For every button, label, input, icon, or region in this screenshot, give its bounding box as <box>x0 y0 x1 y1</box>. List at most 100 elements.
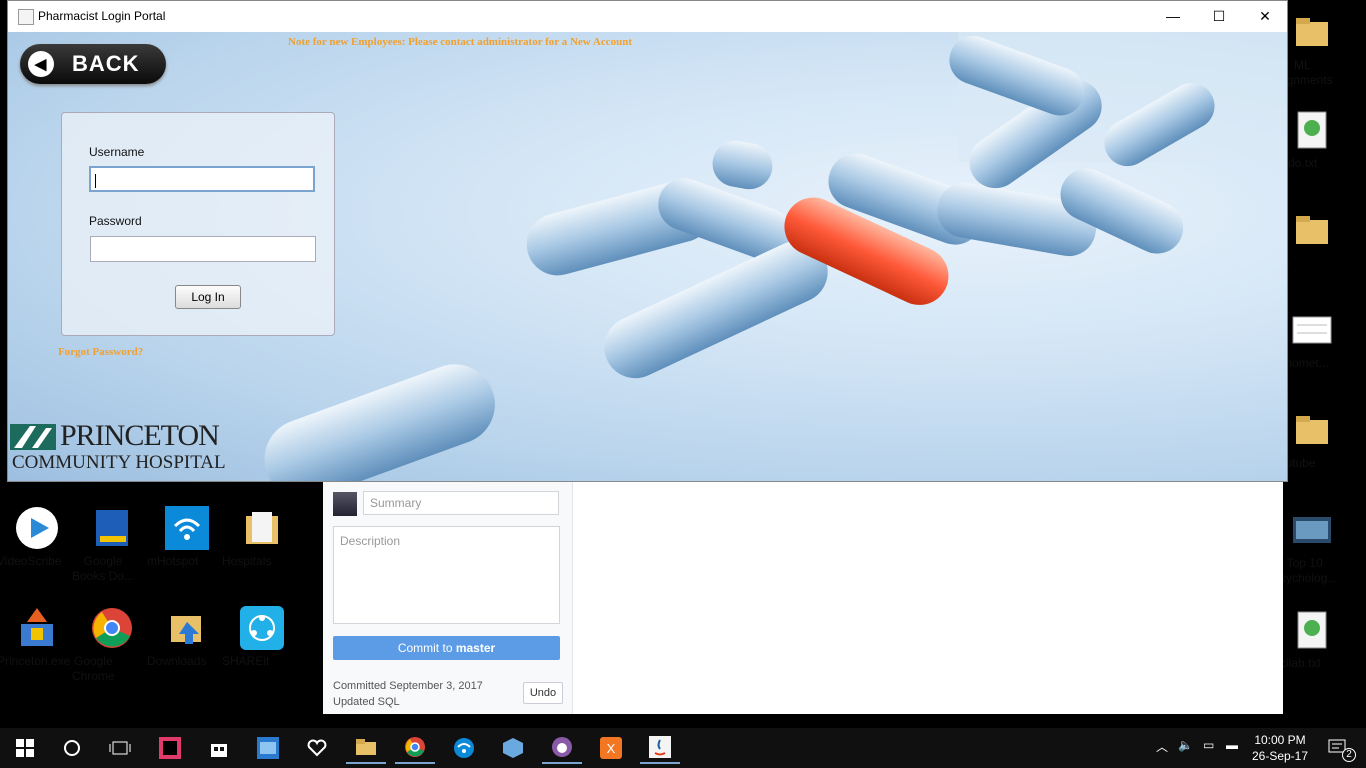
desktop-icon-google-chrome[interactable]: Google Chrome <box>72 606 152 683</box>
start-button[interactable] <box>5 732 45 764</box>
wifi-icon <box>165 506 209 550</box>
video-editor-icon <box>257 737 279 759</box>
show-hidden-icons-button[interactable]: ︿ <box>1156 738 1168 755</box>
desktop-icon-label: Google Chrome <box>72 654 115 683</box>
taskbar-github[interactable] <box>542 732 582 764</box>
username-label: Username <box>89 145 145 159</box>
windows-icon <box>16 739 34 757</box>
desktop-icon-videoscribe[interactable]: VideoScribe <box>0 506 77 568</box>
desktop-icon-downloads[interactable]: Downloads <box>147 606 227 668</box>
title-bar: Pharmacist Login Portal — ☐ ✕ <box>8 1 1287 32</box>
taskbar-store[interactable] <box>199 732 239 764</box>
desktop-icon-label: Princeton.exe <box>0 654 71 668</box>
videoscribe-icon <box>15 506 59 550</box>
hotspot-icon <box>454 738 474 758</box>
last-commit-info: Committed September 3, 2017 Updated SQL <box>333 678 483 710</box>
desktop-icon-top10[interactable]: Top 10 Psycholog... <box>1272 508 1352 585</box>
github-icon <box>552 737 572 757</box>
file-explorer-icon <box>356 739 376 755</box>
commit-panel: Summary Description Commit to master Com… <box>323 480 573 714</box>
window-title: Pharmacist Login Portal <box>38 9 166 23</box>
shareit-icon <box>240 606 284 650</box>
desktop-icon-hospitals[interactable]: Hospitals <box>222 506 302 568</box>
clock-time: 10:00 PM <box>1254 733 1306 747</box>
chrome-icon <box>90 606 134 650</box>
taskbar-video-editor[interactable] <box>248 732 288 764</box>
new-employee-note: Note for new Employees: Please contact a… <box>288 36 632 48</box>
desktop-icon-google-books[interactable]: Google Books Do... <box>72 506 152 583</box>
last-commit-date: Committed September 3, 2017 <box>333 680 483 692</box>
login-form: Username Password Log In <box>61 112 335 336</box>
desktop-icon-label: SHAREit <box>222 654 270 668</box>
taskbar-hotspot[interactable] <box>444 732 484 764</box>
network-icon[interactable]: ▭ <box>1203 738 1214 752</box>
search-circle-icon <box>64 740 80 756</box>
avatar <box>333 492 357 516</box>
commit-branch: master <box>455 641 496 655</box>
desktop-icon-label: Hospitals <box>222 554 272 568</box>
taskbar-chrome[interactable] <box>395 732 435 764</box>
login-button[interactable]: Log In <box>175 285 241 309</box>
intellij-icon <box>159 737 181 759</box>
taskbar-iheartradio[interactable] <box>297 732 337 764</box>
taskbar-java-app[interactable] <box>640 732 680 764</box>
chrome-icon <box>405 737 425 757</box>
pharmacist-login-window: Pharmacist Login Portal — ☐ ✕ Note for n… <box>7 0 1288 482</box>
forgot-password-link[interactable]: Forgot Password? <box>58 346 143 358</box>
undo-button[interactable]: Undo <box>523 682 563 704</box>
battery-icon[interactable]: ▬ <box>1226 738 1238 752</box>
search-button[interactable] <box>52 732 92 764</box>
action-center-button[interactable]: 2 <box>1318 732 1358 764</box>
username-field[interactable] <box>89 166 315 192</box>
taskbar-xampp[interactable]: X <box>591 732 631 764</box>
princeton-hospital-logo: PRINCETON COMMUNITY HOSPITAL <box>10 419 235 477</box>
task-view-button[interactable] <box>100 732 140 764</box>
downloads-folder-icon <box>165 606 209 650</box>
taskbar-intellij[interactable] <box>150 732 190 764</box>
taskbar: X ︿ 🔈 ▭ ▬ 10:00 PM 26-Sep-17 2 <box>0 728 1366 768</box>
desktop-icon-mhotspot[interactable]: mHotspot <box>147 506 227 568</box>
login-content: Note for new Employees: Please contact a… <box>8 32 1287 481</box>
maximize-button[interactable]: ☐ <box>1196 1 1242 31</box>
java-icon <box>649 736 671 758</box>
svg-text:X: X <box>607 741 616 756</box>
taskbar-virtualbox[interactable] <box>493 732 533 764</box>
desktop-icon-label: mHotspot <box>147 554 199 568</box>
virtualbox-icon <box>503 738 523 758</box>
volume-icon[interactable]: 🔈 <box>1178 738 1193 752</box>
desktop-icon-label: Downloads <box>147 654 207 668</box>
last-commit-message: Updated SQL <box>333 696 400 708</box>
java-app-icon <box>18 9 34 25</box>
background-app-window: Summary Description Commit to master Com… <box>323 480 1283 714</box>
logo-mark-icon <box>10 424 56 450</box>
clock-date: 26-Sep-17 <box>1251 749 1309 763</box>
folder-icon <box>240 506 284 550</box>
video-file-icon <box>1290 508 1334 552</box>
folder-icon <box>1290 208 1334 252</box>
summary-input[interactable]: Summary <box>363 491 559 515</box>
commit-button[interactable]: Commit to master <box>333 636 560 660</box>
taskbar-file-explorer[interactable] <box>346 732 386 764</box>
task-view-icon <box>109 741 131 755</box>
password-field[interactable] <box>90 236 316 262</box>
folder-icon <box>1290 10 1334 54</box>
description-input[interactable]: Description <box>333 526 560 624</box>
text-file-icon <box>1290 608 1334 652</box>
password-label: Password <box>89 214 142 228</box>
close-button[interactable]: ✕ <box>1242 1 1288 31</box>
logo-line2: COMMUNITY HOSPITAL <box>12 452 226 473</box>
xampp-icon: X <box>600 737 622 759</box>
back-button-label: BACK <box>72 51 140 76</box>
desktop-icon-label: VideoScribe <box>0 554 62 568</box>
document-icon <box>1290 308 1334 352</box>
back-button[interactable]: ◀ BACK <box>20 44 166 84</box>
logo-line1: PRINCETON <box>60 419 220 452</box>
desktop-icon-scilab[interactable]: Scilab.txt <box>1272 608 1352 670</box>
folder-icon <box>1290 408 1334 452</box>
minimize-button[interactable]: — <box>1150 1 1196 31</box>
desktop-icon-princeton-exe[interactable]: Princeton.exe <box>0 606 77 668</box>
google-books-icon <box>90 506 134 550</box>
desktop-icon-shareit[interactable]: SHAREit <box>222 606 302 668</box>
text-file-icon <box>1290 108 1334 152</box>
taskbar-clock[interactable]: 10:00 PM 26-Sep-17 <box>1244 732 1316 764</box>
